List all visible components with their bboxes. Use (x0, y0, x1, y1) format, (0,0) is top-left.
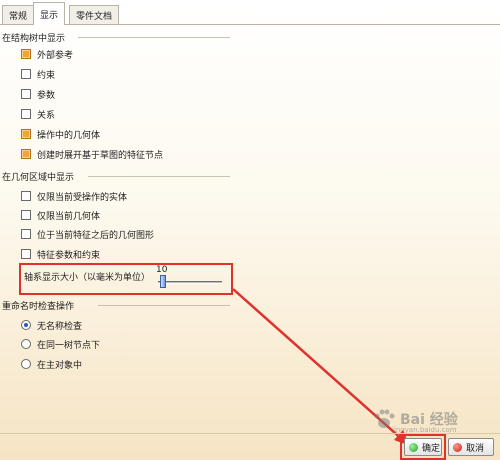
checkbox-box[interactable] (21, 129, 31, 139)
rename-section-rule (98, 305, 230, 306)
checkbox-bodies-in-operations[interactable]: 操作中的几何体 (21, 127, 100, 141)
radio-circle[interactable] (21, 320, 31, 330)
radio-main-object[interactable]: 在主对象中 (21, 357, 82, 371)
checkbox-label: 创建时展开基于草图的特征节点 (37, 150, 164, 161)
cancel-button[interactable]: 取消 (448, 438, 494, 456)
checkbox-box[interactable] (21, 109, 31, 119)
checkbox-feature-parameters-constraints[interactable]: 特征参数和约束 (21, 247, 100, 261)
radio-circle[interactable] (21, 339, 31, 349)
checkbox-box[interactable] (21, 229, 31, 239)
checkbox-geometry-after-current-feature[interactable]: 位于当前特征之后的几何图形 (21, 227, 154, 241)
checkbox-label: 仅限当前受操作的实体 (37, 192, 128, 203)
radio-label: 在主对象中 (37, 360, 83, 371)
annotation-highlight-ok (400, 434, 446, 460)
radio-circle[interactable] (21, 359, 31, 369)
tab-part-document[interactable]: 零件文档 (69, 5, 120, 24)
checkbox-label: 位于当前特征之后的几何图形 (37, 230, 155, 241)
checkbox-box[interactable] (21, 210, 31, 220)
checkbox-box[interactable] (21, 191, 31, 201)
cancel-button-label: 取消 (466, 443, 485, 454)
checkbox-parameters[interactable]: 参数 (21, 87, 55, 101)
tab-divider (0, 24, 500, 25)
tab-bar: 常规 显示 零件文档 (0, 0, 500, 25)
checkbox-label: 外部参考 (37, 50, 74, 61)
tab-display[interactable]: 显示 (33, 2, 66, 25)
tab-general[interactable]: 常规 (2, 5, 35, 24)
checkbox-label: 参数 (37, 90, 56, 101)
radio-label: 无名称检查 (37, 321, 83, 332)
checkbox-box[interactable] (21, 49, 31, 59)
checkbox-label: 约束 (37, 70, 56, 81)
checkbox-box[interactable] (21, 249, 31, 259)
checkbox-label: 仅限当前几何体 (37, 211, 101, 222)
checkbox-current-body-only[interactable]: 仅限当前几何体 (21, 208, 100, 222)
radio-same-tree-node[interactable]: 在同一树节点下 (21, 337, 100, 351)
radio-no-name-check[interactable]: 无名称检查 (21, 318, 82, 332)
geometry-section-rule (88, 176, 230, 177)
checkbox-box[interactable] (21, 89, 31, 99)
checkbox-box[interactable] (21, 149, 31, 159)
checkbox-label: 操作中的几何体 (37, 130, 101, 141)
geometry-section-title: 在几何区域中显示 (2, 173, 75, 183)
axis-size-slider-track[interactable] (158, 281, 222, 284)
tree-section-title: 在结构树中显示 (2, 34, 66, 44)
tree-section-rule (78, 37, 230, 38)
axis-size-value: 10 (156, 265, 168, 275)
checkbox-current-operated-solid-only[interactable]: 仅限当前受操作的实体 (21, 189, 127, 203)
checkbox-label: 关系 (37, 110, 56, 121)
checkbox-box[interactable] (21, 69, 31, 79)
checkbox-constraints[interactable]: 约束 (21, 67, 55, 81)
axis-size-slider-thumb[interactable] (160, 275, 166, 288)
checkbox-expand-sketch-features[interactable]: 创建时展开基于草图的特征节点 (21, 147, 163, 161)
cancel-icon (453, 442, 462, 452)
radio-label: 在同一树节点下 (37, 340, 101, 351)
checkbox-external-references[interactable]: 外部参考 (21, 47, 73, 61)
checkbox-relations[interactable]: 关系 (21, 107, 55, 121)
checkbox-label: 特征参数和约束 (37, 250, 101, 261)
axis-size-label: 轴系显示大小（以毫米为单位） (24, 273, 151, 283)
rename-section-title: 重命名时检查操作 (2, 302, 75, 312)
